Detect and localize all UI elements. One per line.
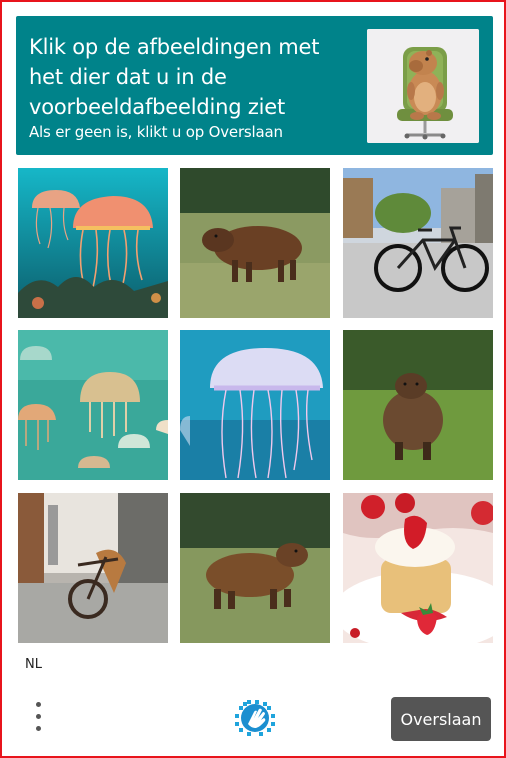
jellyfish-image — [18, 168, 168, 318]
capybara-image — [180, 168, 330, 318]
language-selector[interactable]: NL — [25, 657, 42, 672]
capybara-chair-image — [367, 29, 479, 143]
strawberry-cake-image — [343, 493, 493, 643]
grid-tile-8[interactable] — [180, 493, 330, 643]
kebab-menu-icon[interactable] — [28, 700, 50, 736]
grid-tile-4[interactable] — [18, 330, 168, 480]
hand-logo-icon — [234, 700, 276, 736]
grid-tile-5[interactable] — [180, 330, 330, 480]
bicycle-image — [343, 168, 493, 318]
jellyfish-image — [180, 330, 330, 480]
capybara-image — [180, 493, 330, 643]
grid-tile-2[interactable] — [180, 168, 330, 318]
challenge-prompt: Klik op de afbeeldingen met het dier dat… — [29, 35, 320, 119]
capybara-image — [343, 330, 493, 480]
grid-tile-3[interactable] — [343, 168, 493, 318]
captcha-frame: Klik op de afbeeldingen met het dier dat… — [0, 0, 506, 758]
sample-image — [367, 29, 479, 143]
jellyfish-image — [18, 330, 168, 480]
grid-tile-6[interactable] — [343, 330, 493, 480]
grid-tile-1[interactable] — [18, 168, 168, 318]
grid-tile-9[interactable] — [343, 493, 493, 643]
grid-tile-7[interactable] — [18, 493, 168, 643]
skip-button[interactable]: Overslaan — [391, 697, 491, 741]
challenge-header: Klik op de afbeeldingen met het dier dat… — [16, 16, 493, 155]
challenge-subtext: Als er geen is, klikt u op Overslaan — [29, 123, 283, 141]
bicycle-image — [18, 493, 168, 643]
